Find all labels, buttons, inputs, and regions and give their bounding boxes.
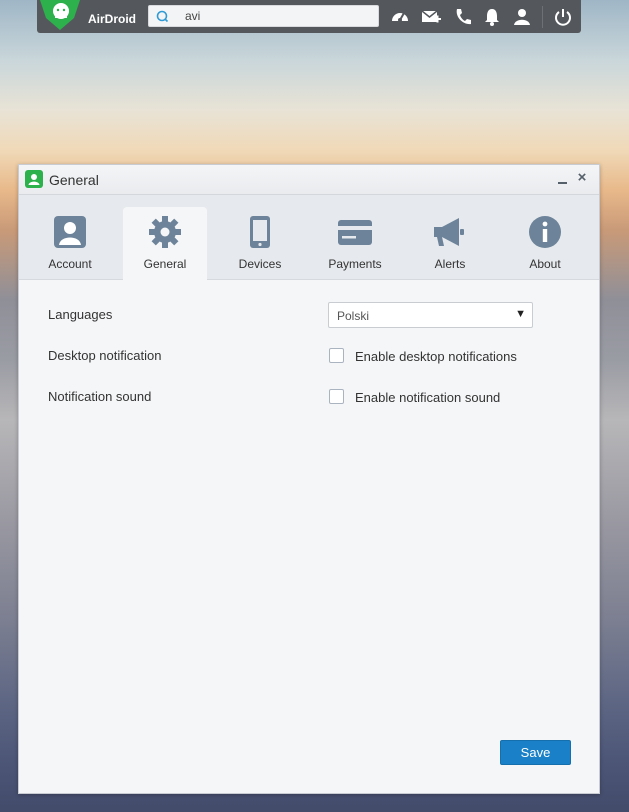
gear-icon (149, 216, 181, 248)
card-icon (338, 220, 372, 245)
languages-label: Languages (48, 307, 113, 322)
notification-sound-checkbox[interactable] (329, 389, 344, 404)
settings-window: General × Account General Devices Paymen… (18, 164, 600, 794)
close-icon[interactable]: × (575, 170, 589, 186)
tab-account[interactable]: Account (28, 207, 112, 280)
language-select[interactable]: Polski ▼ (328, 302, 533, 328)
settings-tabs: Account General Devices Payments Alerts … (19, 195, 599, 280)
phone-device-icon (250, 216, 270, 248)
tab-general[interactable]: General (123, 207, 207, 280)
tab-label: Account (48, 257, 92, 271)
window-title: General (49, 172, 99, 188)
power-icon[interactable] (553, 7, 573, 27)
chevron-down-icon: ▼ (515, 308, 526, 320)
search-box (148, 5, 379, 27)
search-icon[interactable] (155, 9, 169, 23)
top-bar: AirDroid (37, 0, 581, 33)
desktop-notification-checkbox[interactable] (329, 348, 344, 363)
brand-name: AirDroid (88, 12, 136, 26)
tab-label: Devices (238, 257, 282, 271)
tab-payments[interactable]: Payments (313, 207, 397, 280)
bell-icon[interactable] (482, 7, 502, 27)
tab-devices[interactable]: Devices (218, 207, 302, 280)
toolbar-divider (542, 6, 543, 28)
desktop-notification-label: Desktop notification (48, 348, 162, 363)
tab-label: Payments (328, 257, 382, 271)
mail-add-icon[interactable] (421, 7, 441, 27)
megaphone-icon (434, 218, 464, 246)
window-titlebar: General × (19, 165, 599, 195)
tab-about[interactable]: About (503, 207, 587, 280)
tab-label: Alerts (434, 257, 466, 271)
notification-sound-checkbox-label[interactable]: Enable notification sound (355, 390, 500, 405)
desktop-notification-checkbox-label[interactable]: Enable desktop notifications (355, 349, 517, 364)
airdroid-logo-icon[interactable] (40, 0, 80, 30)
tab-label: General (143, 257, 187, 271)
minimize-icon[interactable] (556, 171, 570, 187)
notification-sound-label: Notification sound (48, 389, 152, 404)
speedometer-icon[interactable] (390, 7, 410, 27)
tab-alerts[interactable]: Alerts (408, 207, 492, 280)
language-select-value: Polski (337, 309, 370, 323)
tab-label: About (529, 257, 561, 271)
user-icon[interactable] (512, 7, 532, 27)
account-icon (54, 216, 86, 248)
save-button[interactable]: Save (500, 740, 571, 765)
contact-app-icon (25, 170, 43, 188)
phone-icon[interactable] (453, 7, 473, 27)
info-icon (529, 216, 561, 248)
search-input[interactable] (185, 7, 370, 25)
